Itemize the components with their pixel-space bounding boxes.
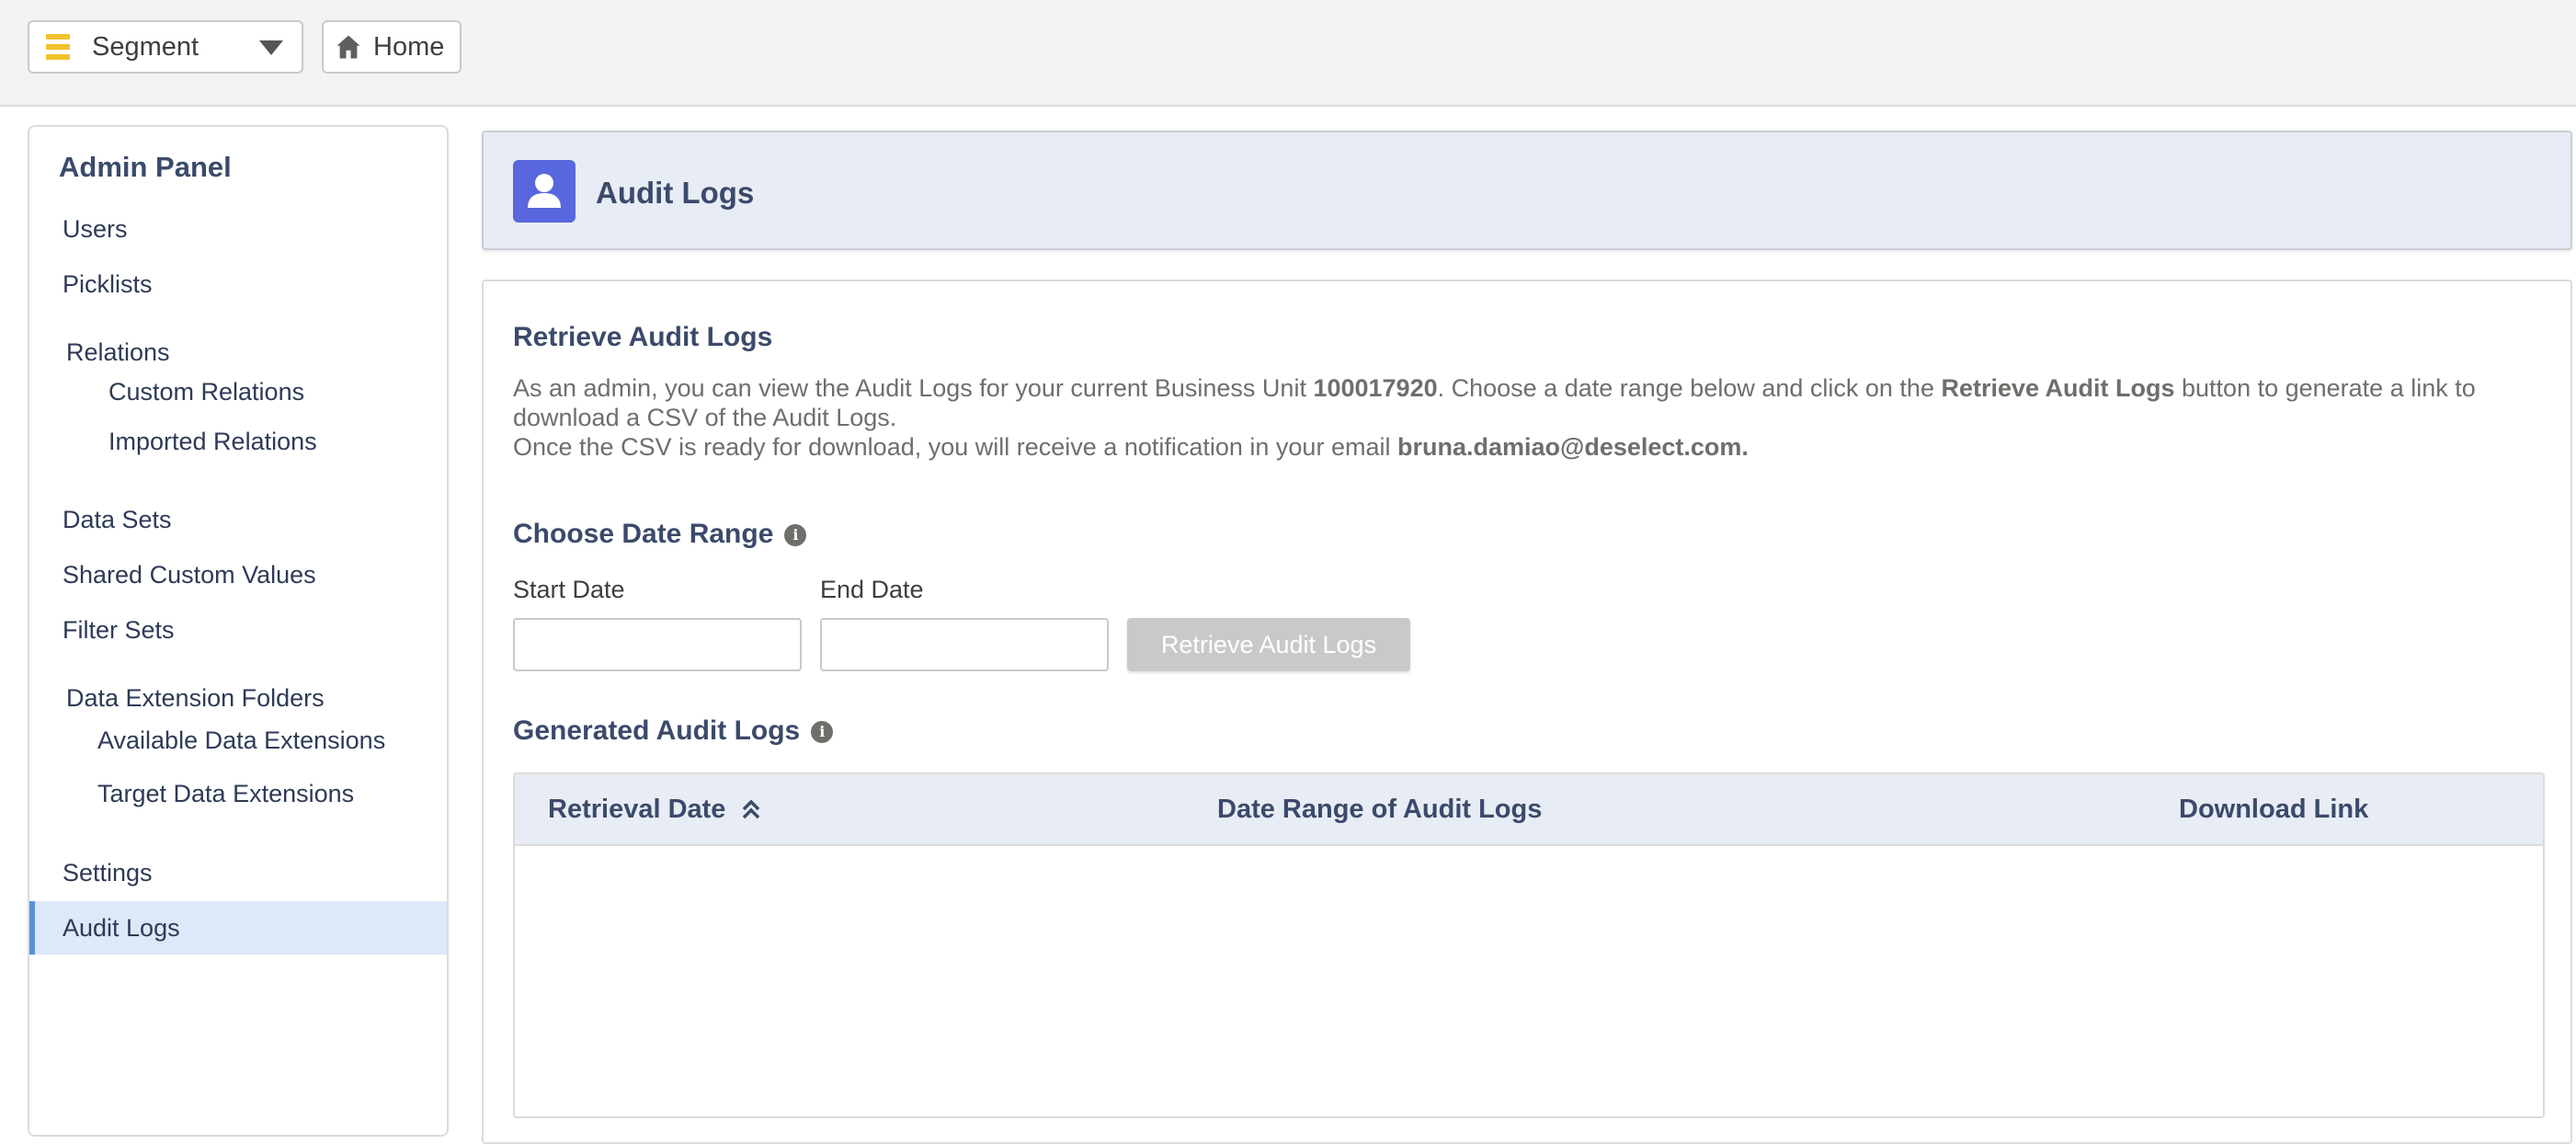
sidebar-title: Admin Panel xyxy=(59,151,232,183)
user-icon xyxy=(513,160,576,223)
sidebar-item-custom-relations[interactable]: Custom Relations xyxy=(108,378,304,406)
desc-text-1: As an admin, you can view the Audit Logs… xyxy=(513,374,1314,402)
sidebar-item-imported-relations[interactable]: Imported Relations xyxy=(108,428,317,456)
generated-title-text: Generated Audit Logs xyxy=(513,715,801,746)
home-icon xyxy=(336,35,360,59)
retrieval-date-header-label: Retrieval Date xyxy=(548,795,726,824)
date-range-title: Choose Date Range i xyxy=(513,519,807,550)
user-email: bruna.damiao@deselect.com. xyxy=(1396,433,1749,461)
generated-logs-title: Generated Audit Logs i xyxy=(513,715,834,747)
sidebar-item-settings[interactable]: Settings xyxy=(63,859,153,887)
start-date-label: Start Date xyxy=(513,576,625,603)
date-range-header[interactable]: Date Range of Audit Logs xyxy=(1217,795,1542,825)
desc-text-2: . Choose a date range below and click on… xyxy=(1437,374,1942,402)
segment-icon xyxy=(46,34,70,60)
audit-logs-panel: Retrieve Audit Logs As an admin, you can… xyxy=(482,280,2572,1144)
sidebar-item-picklists[interactable]: Picklists xyxy=(63,270,153,299)
home-label: Home xyxy=(373,31,445,62)
table-header-row: Retrieval Date Date Range of Audit Logs … xyxy=(515,774,2543,846)
sidebar-item-users[interactable]: Users xyxy=(63,215,128,244)
retrieve-audit-logs-button[interactable]: Retrieve Audit Logs xyxy=(1127,618,1410,671)
segment-label: Segment xyxy=(92,31,199,62)
info-icon[interactable]: i xyxy=(784,524,807,547)
sort-ascending-icon[interactable] xyxy=(741,798,761,822)
date-range-title-text: Choose Date Range xyxy=(513,519,774,549)
sidebar-item-audit-logs[interactable]: Audit Logs xyxy=(29,901,447,955)
download-link-header[interactable]: Download Link xyxy=(2179,795,2368,825)
page-header: Audit Logs xyxy=(482,131,2572,250)
desc-text-4: Once the CSV is ready for download, you … xyxy=(513,433,1397,461)
page-title: Audit Logs xyxy=(596,176,755,210)
caret-down-icon xyxy=(259,40,283,55)
description: As an admin, you can view the Audit Logs… xyxy=(513,373,2554,462)
admin-sidebar: Admin Panel Users Picklists Relations Cu… xyxy=(28,125,449,1137)
sidebar-item-data-extension-folders[interactable]: Data Extension Folders xyxy=(66,684,325,713)
sidebar-item-available-data-extensions[interactable]: Available Data Extensions xyxy=(97,726,385,755)
home-button[interactable]: Home xyxy=(322,20,462,74)
business-unit-id: 100017920 xyxy=(1313,374,1438,402)
end-date-label: End Date xyxy=(820,576,924,603)
sidebar-item-shared-custom-values[interactable]: Shared Custom Values xyxy=(63,561,316,589)
end-date-input[interactable] xyxy=(820,618,1109,671)
sidebar-item-filter-sets[interactable]: Filter Sets xyxy=(63,616,175,645)
sidebar-item-target-data-extensions[interactable]: Target Data Extensions xyxy=(97,780,354,808)
audit-logs-table: Retrieval Date Date Range of Audit Logs … xyxy=(513,772,2545,1118)
sidebar-item-relations[interactable]: Relations xyxy=(66,338,170,367)
retrieval-date-header[interactable]: Retrieval Date xyxy=(548,795,761,825)
button-reference: Retrieve Audit Logs xyxy=(1941,374,2175,402)
segment-dropdown[interactable]: Segment xyxy=(28,20,303,74)
sidebar-item-data-sets[interactable]: Data Sets xyxy=(63,506,172,534)
top-bar: Segment Home xyxy=(0,0,2576,107)
info-icon[interactable]: i xyxy=(811,721,834,744)
retrieve-section-title: Retrieve Audit Logs xyxy=(513,322,773,352)
start-date-input[interactable] xyxy=(513,618,802,671)
